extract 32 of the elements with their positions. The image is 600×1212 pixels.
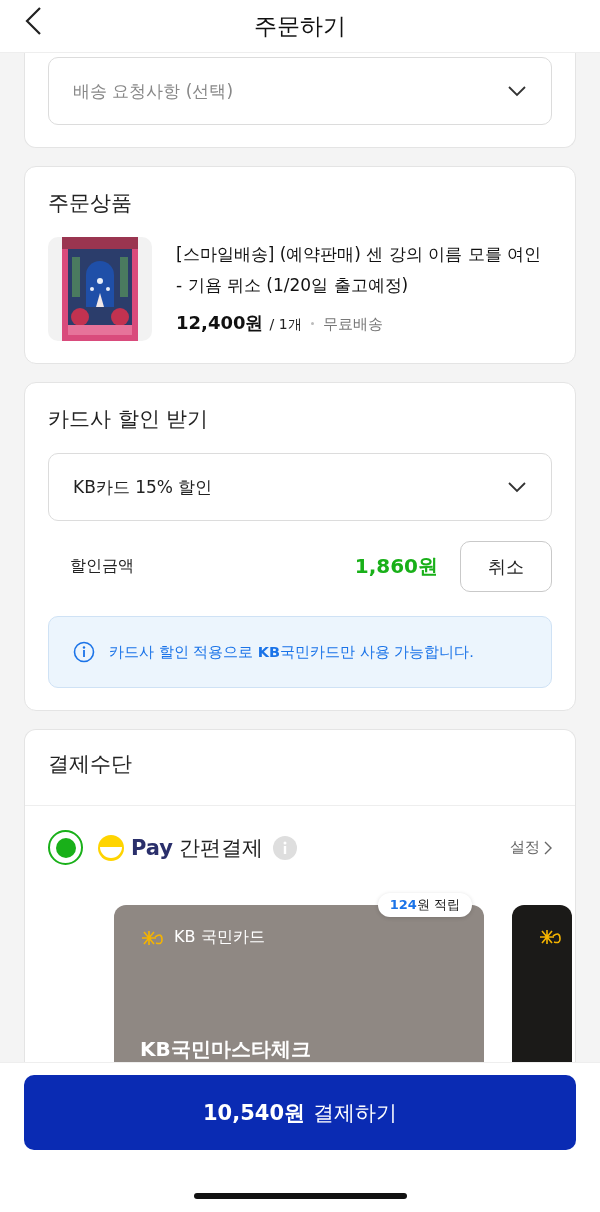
info-icon: [273, 835, 298, 860]
cancel-button[interactable]: 취소: [460, 541, 552, 592]
payment-card[interactable]: [512, 905, 572, 1062]
separator-dot: [310, 321, 314, 325]
back-icon: [24, 6, 42, 36]
notice-text: 카드사 할인 적용으로 KB국민카드만 사용 가능합니다.: [109, 642, 474, 662]
chevron-down-icon: [507, 85, 527, 97]
settings-link[interactable]: 설정: [510, 838, 552, 857]
half-circle-logo-icon: [97, 833, 125, 862]
payment-method-label: 간편결제: [179, 834, 264, 862]
reward-badge: 124원 적립: [377, 893, 472, 917]
card-name: KB국민마스타체크: [140, 1036, 312, 1062]
chevron-right-icon: [544, 840, 552, 855]
delivery-request-dropdown[interactable]: 배송 요청사항 (선택): [48, 57, 552, 125]
card-discount-dropdown[interactable]: KB카드 15% 할인: [48, 453, 552, 521]
checkout-button[interactable]: 10,540원 결제하기: [24, 1075, 576, 1150]
section-title: 카드사 할인 받기: [48, 406, 210, 433]
shipping-label: 무료배송: [322, 315, 383, 334]
discount-amount: 1,860원: [354, 553, 438, 580]
section-title: 주문상품: [48, 190, 133, 217]
section-title: 결제수단: [25, 730, 575, 806]
product-name[interactable]: [스마일배송] (예약판매) 센 강의 이름 모를 여인 - 기욤 뮈소 (1/20일 출고예정): [176, 239, 552, 301]
discount-amount-label: 할인금액: [70, 556, 135, 577]
quantity: / 1개: [269, 316, 302, 334]
info-icon: [73, 641, 95, 663]
pay-brand: Pay: [131, 835, 174, 860]
back-button[interactable]: [24, 6, 42, 36]
radio-button[interactable]: [48, 830, 83, 865]
page-title: 주문하기: [254, 11, 346, 41]
chevron-down-icon: [507, 481, 527, 493]
card-issuer: KB 국민카드: [174, 927, 265, 948]
price: 12,400원: [176, 311, 264, 335]
